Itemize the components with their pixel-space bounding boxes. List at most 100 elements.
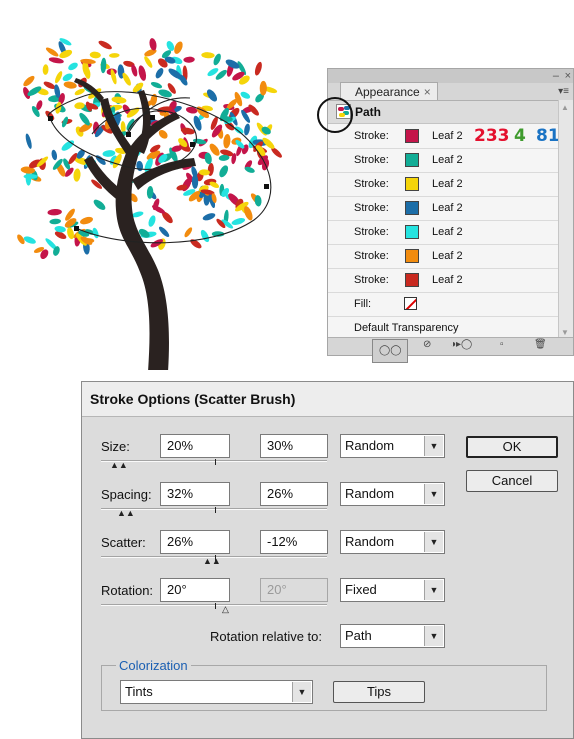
stroke-color-swatch[interactable] <box>405 273 419 287</box>
slider-center-tick <box>215 603 216 609</box>
stroke-color-swatch[interactable] <box>405 129 419 143</box>
leaf <box>74 88 85 96</box>
rgb-blue-value: 81 <box>536 126 560 146</box>
stroke-row[interactable]: Stroke: Leaf 2 <box>328 268 560 293</box>
brush-name[interactable]: Leaf 2 <box>432 178 463 190</box>
brush-name[interactable]: Leaf 2 <box>432 274 463 286</box>
scroll-down-icon[interactable]: ▼ <box>561 328 569 337</box>
fill-row[interactable]: Fill: <box>328 292 560 317</box>
close-icon[interactable]: × <box>565 70 571 82</box>
size-slider-handles[interactable]: ▲▲ <box>110 460 128 470</box>
slider-center-tick <box>215 507 216 513</box>
rotation-min-field[interactable]: 20° <box>160 578 230 602</box>
rotation-relative-label: Rotation relative to: <box>210 629 323 644</box>
chevron-down-icon[interactable]: ▼ <box>424 532 443 552</box>
leaf <box>68 62 78 71</box>
brush-name[interactable]: Leaf 2 <box>432 250 463 262</box>
size-label: Size: <box>101 439 130 454</box>
chevron-down-icon[interactable]: ▼ <box>424 436 443 456</box>
chevron-down-icon[interactable]: ▼ <box>424 626 443 646</box>
tab-close-icon[interactable]: × <box>424 85 431 99</box>
spacing-slider-handles[interactable]: ▲▲ <box>117 508 135 518</box>
scatter-max-field[interactable]: -12% <box>260 530 328 554</box>
appearance-panel: – × Appearance × ▾≡ Path Stroke: Leaf 2 2… <box>327 68 574 363</box>
tab-appearance[interactable]: Appearance × <box>340 82 438 101</box>
spacing-slider-track[interactable] <box>101 508 327 510</box>
stroke-row[interactable]: Stroke: Leaf 2 <box>328 172 560 197</box>
size-mode-select[interactable]: Random ▼ <box>340 434 445 458</box>
reduce-basic-icon[interactable]: ◑▸◯ <box>450 339 472 350</box>
size-slider-track[interactable] <box>101 460 327 462</box>
panel-menu-icon[interactable]: ▾≡ <box>558 86 569 97</box>
rotation-mode-value: Fixed <box>345 582 377 597</box>
stroke-row[interactable]: Stroke: Leaf 2 233 4 81 <box>328 124 560 149</box>
colorization-method-select[interactable]: Tints ▼ <box>120 680 313 704</box>
spacing-max-field[interactable]: 26% <box>260 482 328 506</box>
leaf <box>166 41 175 51</box>
cancel-button[interactable]: Cancel <box>466 470 558 492</box>
rotation-slider-track[interactable] <box>101 604 327 606</box>
stroke-label: Stroke: <box>354 202 389 214</box>
spacing-mode-select[interactable]: Random ▼ <box>340 482 445 506</box>
scroll-up-icon[interactable]: ▲ <box>561 103 569 112</box>
stroke-label: Stroke: <box>354 154 389 166</box>
stroke-label: Stroke: <box>354 226 389 238</box>
size-mode-value: Random <box>345 438 395 453</box>
path-row[interactable]: Path <box>328 101 560 124</box>
leaf <box>23 75 35 87</box>
minimize-icon[interactable]: – <box>553 70 559 82</box>
path-label: Path <box>355 105 382 119</box>
stroke-row[interactable]: Stroke: Leaf 2 <box>328 244 560 269</box>
rotation-relative-select[interactable]: Path ▼ <box>340 624 445 648</box>
leaf <box>54 71 63 84</box>
stroke-color-swatch[interactable] <box>405 177 419 191</box>
rgb-green-value: 4 <box>514 126 526 146</box>
panel-scrollbar[interactable]: ▲ ▼ <box>558 100 573 340</box>
stroke-label: Stroke: <box>354 130 389 142</box>
stroke-color-swatch[interactable] <box>405 225 419 239</box>
leaf <box>122 72 131 86</box>
rotation-slider-handle[interactable]: △ <box>222 604 229 615</box>
stroke-color-swatch[interactable] <box>405 201 419 215</box>
size-min-field[interactable]: 20% <box>160 434 230 458</box>
chevron-down-icon[interactable]: ▼ <box>424 484 443 504</box>
delete-icon[interactable]: 🗑 <box>534 339 547 350</box>
leaf <box>45 47 59 57</box>
leaf <box>219 165 229 178</box>
stroke-row[interactable]: Stroke: Leaf 2 <box>328 220 560 245</box>
scatter-min-field[interactable]: 26% <box>160 530 230 554</box>
rotation-mode-select[interactable]: Fixed ▼ <box>340 578 445 602</box>
leaf <box>150 81 163 89</box>
scatter-label: Scatter: <box>101 535 146 550</box>
brush-name[interactable]: Leaf 2 <box>432 202 463 214</box>
stroke-row[interactable]: Stroke: Leaf 2 <box>328 196 560 221</box>
chevron-down-icon[interactable]: ▼ <box>424 580 443 600</box>
leaf <box>183 56 195 63</box>
size-max-field[interactable]: 30% <box>260 434 328 458</box>
ok-button[interactable]: OK <box>466 436 558 458</box>
leaf <box>202 213 216 221</box>
leaf-cluster <box>17 38 282 260</box>
new-art-icon[interactable]: ◯◯ <box>372 339 409 363</box>
stroke-row[interactable]: Stroke: Leaf 2 <box>328 148 560 173</box>
leaf <box>174 41 183 54</box>
chevron-down-icon[interactable]: ▼ <box>292 682 311 702</box>
slider-center-tick <box>215 459 216 465</box>
brush-name[interactable]: Leaf 2 <box>432 226 463 238</box>
brush-name[interactable]: Leaf 2 <box>432 154 463 166</box>
clear-icon[interactable]: ⊘ <box>423 339 431 350</box>
colorization-method-value: Tints <box>125 684 153 699</box>
duplicate-icon[interactable]: ▫ <box>500 339 504 350</box>
leaf <box>231 218 246 225</box>
stroke-color-swatch[interactable] <box>405 249 419 263</box>
panel-title-bar[interactable] <box>328 69 573 83</box>
leaf <box>93 199 106 210</box>
stroke-color-swatch[interactable] <box>405 153 419 167</box>
no-fill-swatch-icon[interactable] <box>404 297 417 310</box>
transparency-label: Default Transparency <box>354 322 459 334</box>
brush-name[interactable]: Leaf 2 <box>432 130 463 142</box>
spacing-min-field[interactable]: 32% <box>160 482 230 506</box>
scatter-slider-handles[interactable]: ▲▲ <box>203 556 221 566</box>
scatter-mode-select[interactable]: Random ▼ <box>340 530 445 554</box>
tips-button[interactable]: Tips <box>333 681 425 703</box>
